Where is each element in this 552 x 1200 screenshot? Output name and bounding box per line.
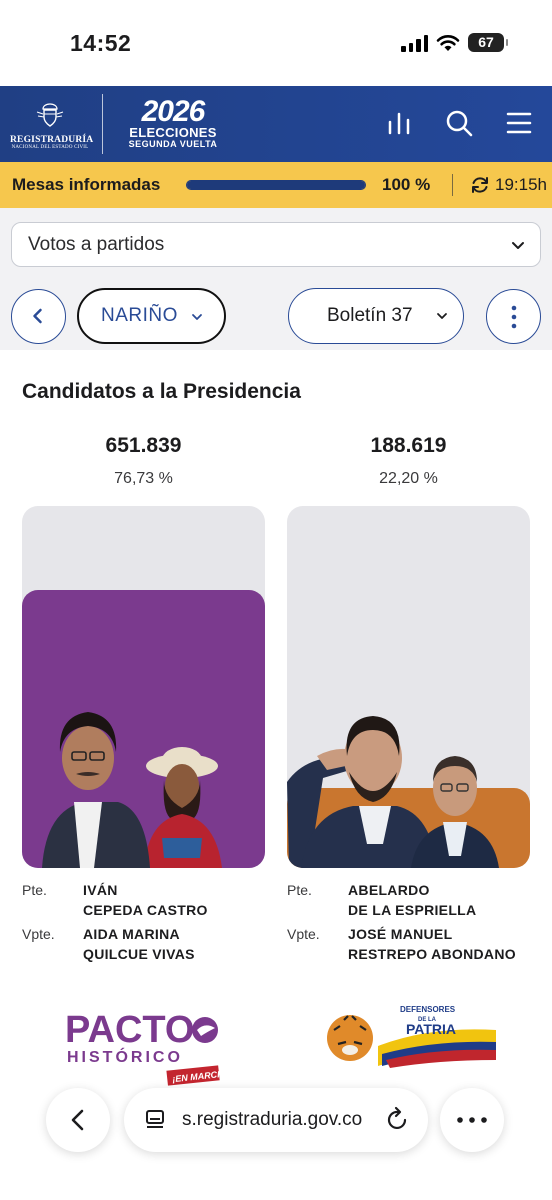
party-logo-defensores-de-la-patria: DEFENSORES DE LA PATRIA (320, 990, 497, 1086)
department-select[interactable]: NARIÑO (77, 288, 226, 344)
progress-bar-fill (187, 181, 365, 189)
bar-chart-icon[interactable] (384, 108, 414, 138)
back-button[interactable] (11, 289, 66, 344)
vice-president-role: Vpte. (287, 926, 320, 942)
app-header: REGISTRADURÍA NACIONAL DEL ESTADO CIVIL … (0, 86, 552, 162)
browser-back-button[interactable] (46, 1088, 110, 1152)
candidate-votes: 651.839 (105, 434, 182, 457)
event-title: ELECCIONES (129, 125, 217, 140)
chevron-down-icon (512, 242, 524, 249)
progress-percent: 100 % (382, 175, 431, 194)
candidate-photo (42, 712, 222, 868)
menu-icon[interactable] (504, 108, 534, 138)
coat-of-arms-icon (36, 103, 64, 127)
more-options-button[interactable] (486, 289, 541, 344)
section-title: Candidatos a la Presidencia (22, 380, 301, 403)
chevron-left-icon (71, 1109, 84, 1131)
search-icon[interactable] (444, 108, 474, 138)
status-icons: 67 (401, 33, 508, 52)
candidate-percent: 22,20 % (379, 470, 438, 487)
president-first-name: IVÁN (83, 882, 118, 898)
browser-address-bar[interactable]: s.registraduria.gov.co (124, 1088, 428, 1152)
status-bar: 14:52 67 (0, 0, 552, 86)
candidate-names: Pte. ABELARDO DE LA ESPRIELLA Vpte. JOSÉ… (287, 880, 530, 968)
president-last-name: DE LA ESPRIELLA (348, 902, 477, 918)
refresh-icon[interactable] (470, 175, 490, 195)
vice-president-first-name: AIDA MARINA (83, 926, 180, 942)
president-first-name: ABELARDO (348, 882, 430, 898)
candidate-photo (287, 716, 499, 868)
cellular-signal-icon (401, 34, 428, 52)
chevron-down-icon (192, 314, 202, 320)
party-logo-pacto-historico: PACTO HISTÓRICO ¡EN MARCHA! (55, 990, 234, 1086)
bulletin-label: Boletín 37 (327, 305, 413, 326)
event-year: 2026 (141, 95, 206, 128)
chevron-down-icon (437, 313, 447, 319)
president-last-name: CEPEDA CASTRO (83, 902, 208, 918)
vice-president-last-name: QUILCUE VIVAS (83, 946, 195, 962)
browser-more-button[interactable] (440, 1088, 504, 1152)
svg-text:HISTÓRICO: HISTÓRICO (67, 1047, 183, 1066)
elections-logo: 2026 ELECCIONES SEGUNDA VUELTA (118, 95, 228, 150)
vote-share-bar (22, 506, 265, 868)
updated-time: 19:15h (495, 175, 547, 194)
event-round: SEGUNDA VUELTA (128, 139, 218, 149)
vertical-dots-icon (511, 305, 517, 329)
progress-bar (186, 180, 366, 190)
pacto-historico-logo: PACTO HISTÓRICO ¡EN MARCHA! (65, 1009, 234, 1086)
progress-divider (452, 174, 453, 196)
reload-icon[interactable] (386, 1106, 410, 1132)
chevron-left-icon (33, 308, 42, 324)
candidate-names: Pte. IVÁN CEPEDA CASTRO Vpte. AIDA MARIN… (22, 880, 265, 968)
vote-share-bar (287, 506, 530, 868)
reporting-progress-strip: Mesas informadas 100 % 19:15h (0, 162, 552, 208)
candidate-card[interactable]: 188.619 22,20 % Pte. ABELARDO DE LA ESPR… (287, 434, 530, 962)
department-label: NARIÑO (101, 305, 178, 326)
browser-url: s.registraduria.gov.co (182, 1109, 363, 1130)
vote-type-selected: Votos a partidos (28, 234, 165, 255)
bulletin-select[interactable]: Boletín 37 (288, 288, 464, 344)
candidate-card[interactable]: 651.839 76,73 % Pte. IVÁN CEPEDA CASTRO … (22, 434, 265, 962)
svg-text:PATRIA: PATRIA (406, 1021, 456, 1037)
registry-subtitle: NACIONAL DEL ESTADO CIVIL (11, 145, 89, 150)
svg-text:PACTO: PACTO (65, 1009, 195, 1051)
vote-type-select[interactable]: Votos a partidos (11, 222, 541, 267)
svg-text:DEFENSORES: DEFENSORES (400, 1005, 456, 1014)
header-divider (102, 94, 103, 154)
vice-president-role: Vpte. (22, 926, 55, 942)
registry-name: REGISTRADURÍA (10, 135, 94, 145)
wifi-icon (436, 34, 460, 51)
tabs-icon[interactable] (144, 1108, 168, 1132)
candidate-percent: 76,73 % (114, 470, 173, 487)
defensores-patria-logo: DEFENSORES DE LA PATRIA (327, 1005, 496, 1068)
progress-label: Mesas informadas (12, 175, 161, 194)
vice-president-last-name: RESTREPO ABONDANO (348, 946, 516, 962)
battery-icon: 67 (468, 33, 508, 52)
registraduria-logo[interactable]: REGISTRADURÍA NACIONAL DEL ESTADO CIVIL (10, 102, 94, 150)
status-time: 14:52 (70, 30, 132, 56)
vice-president-first-name: JOSÉ MANUEL (348, 926, 453, 942)
president-role: Pte. (22, 882, 47, 898)
candidate-votes: 188.619 (370, 434, 447, 457)
horizontal-dots-icon (457, 1117, 487, 1123)
president-role: Pte. (287, 882, 312, 898)
